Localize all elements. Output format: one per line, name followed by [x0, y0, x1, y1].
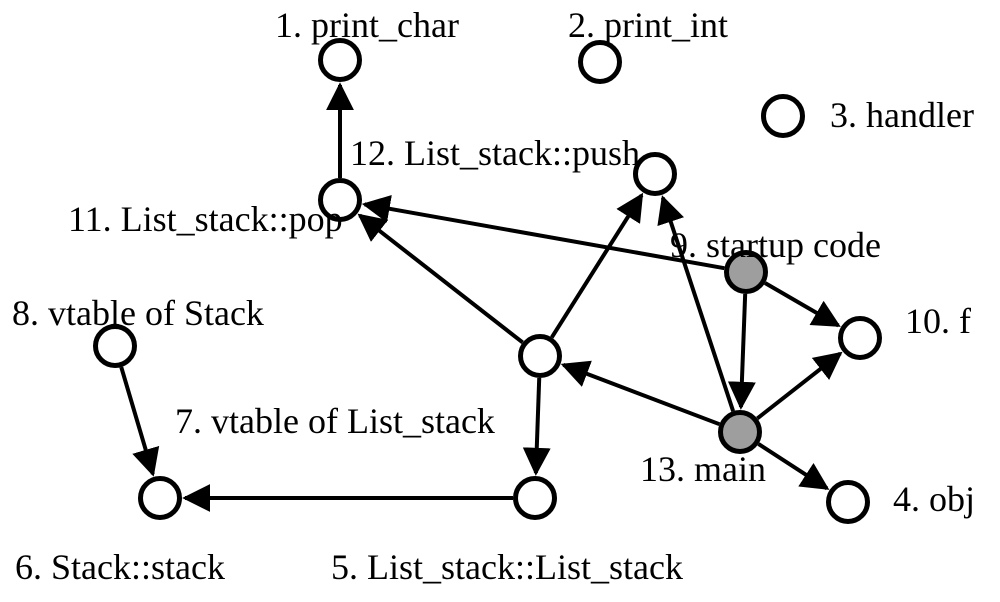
label-print-char: 1. print_char: [275, 6, 459, 46]
edge-n13-n10: [757, 353, 840, 418]
edge-n7-n5: [536, 378, 539, 473]
label-handler: 3. handler: [830, 96, 974, 136]
node-stack-ctor: [138, 476, 182, 520]
edge-n9-n13: [741, 294, 745, 407]
edge-n8-n6: [121, 367, 153, 474]
label-obj: 4. obj: [893, 480, 975, 520]
edge-n13-n4: [758, 444, 827, 488]
node-handler: [761, 94, 805, 138]
node-print-int: [578, 40, 622, 84]
call-graph-diagram: 1. print_char 2. print_int 3. handler 4.…: [0, 0, 1000, 602]
label-list-stack-ctor: 5. List_stack::List_stack: [331, 548, 683, 588]
label-vtable-list-stack: 7. vtable of List_stack: [175, 402, 495, 442]
node-vtable-list-stack: [518, 334, 562, 378]
node-f: [838, 316, 882, 360]
node-list-stack-ctor: [513, 476, 557, 520]
label-f: 10. f: [905, 302, 971, 342]
label-print-int: 2. print_int: [568, 6, 728, 46]
label-stack-ctor: 6. Stack::stack: [15, 548, 225, 588]
label-main: 13. main: [640, 450, 766, 490]
label-list-stack-pop: 11. List_stack::pop: [68, 200, 343, 240]
label-startup-code: 9. startup code: [670, 226, 881, 266]
edge-n9-n10: [765, 283, 838, 325]
edge-n13-n7: [563, 365, 719, 424]
label-list-stack-push: 12. List_stack::push: [350, 134, 640, 174]
label-vtable-stack: 8. vtable of Stack: [12, 294, 264, 334]
edge-n7-n12: [552, 195, 642, 337]
node-obj: [826, 480, 870, 524]
edge-n7-n11: [360, 215, 523, 342]
node-main: [718, 410, 762, 454]
